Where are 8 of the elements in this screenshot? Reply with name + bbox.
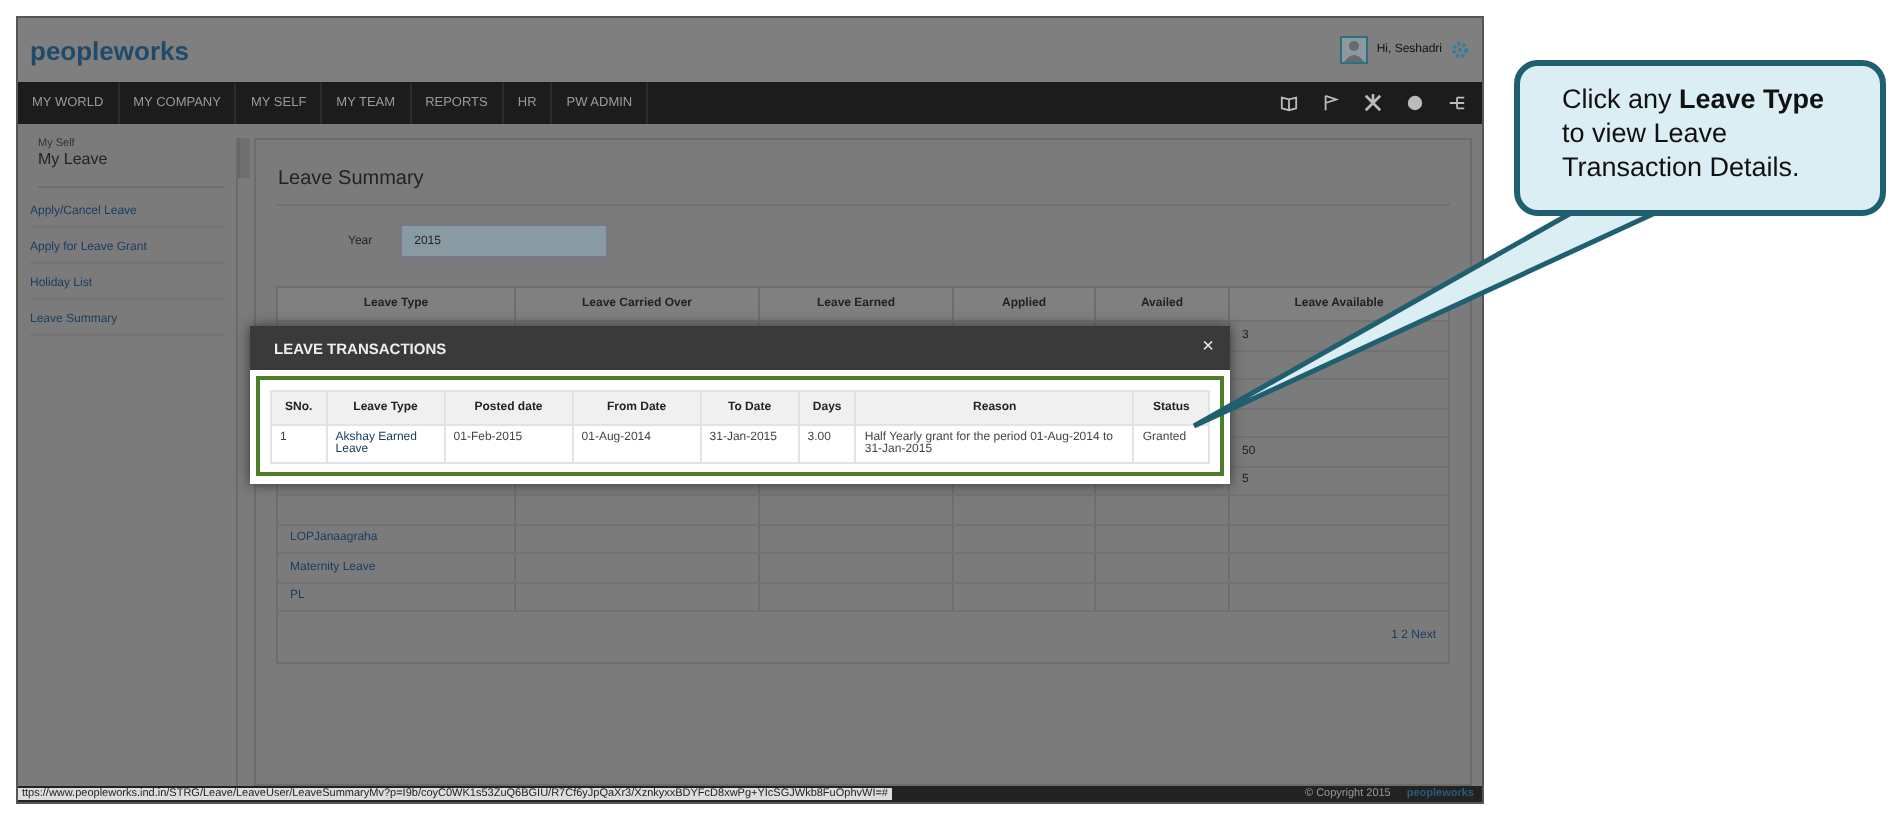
sidebar-title: My Leave — [38, 150, 225, 188]
tools-icon[interactable] — [1364, 94, 1382, 112]
page-title: Leave Summary — [276, 156, 1450, 206]
sitemap-icon[interactable] — [1448, 94, 1466, 112]
flag-icon[interactable] — [1322, 94, 1340, 112]
book-icon[interactable] — [1280, 94, 1298, 112]
close-button[interactable]: × — [1202, 338, 1214, 358]
callout-text: Click any Leave Type to view Leave Transaction Details. — [1562, 84, 1827, 186]
